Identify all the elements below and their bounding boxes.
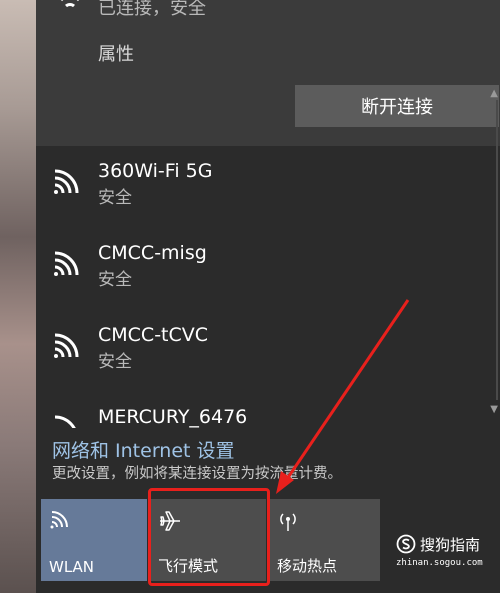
scroll-up-icon[interactable]: ▲	[490, 88, 498, 99]
wlan-label: WLAN	[49, 558, 95, 576]
network-item[interactable]: CMCC-misg 安全	[36, 242, 476, 322]
watermark-url: zhinan.sogou.com	[396, 558, 483, 568]
wifi-signal-icon	[54, 333, 79, 358]
wifi-signal-icon	[54, 169, 79, 194]
network-security: 安全	[98, 270, 132, 290]
connected-network[interactable]: 已连接，安全 属性 断开连接	[36, 0, 500, 146]
connection-status: 已连接，安全	[98, 0, 206, 19]
sogou-watermark: 搜狗指南 zhinan.sogou.com	[396, 534, 496, 574]
wifi-signal-icon	[54, 251, 79, 276]
network-security: 安全	[98, 188, 132, 208]
network-name: MERCURY_6476	[98, 406, 248, 428]
watermark-brand: 搜狗指南	[420, 536, 481, 554]
sogou-logo-icon	[396, 534, 416, 554]
disconnect-button[interactable]: 断开连接	[295, 85, 499, 127]
annotation-highlight-box	[148, 488, 270, 586]
network-item[interactable]: CMCC-tCVC 安全	[36, 324, 476, 404]
network-item[interactable]: 360Wi-Fi 5G 安全	[36, 160, 476, 240]
network-security: 安全	[98, 352, 132, 372]
wifi-connected-icon	[61, 0, 79, 8]
wifi-icon	[50, 511, 68, 529]
hotspot-icon	[280, 513, 296, 531]
network-settings-description: 更改设置，例如将某连接设置为按流量计费。	[52, 466, 342, 482]
scroll-down-icon[interactable]: ▼	[490, 404, 498, 415]
network-settings-link[interactable]: 网络和 Internet 设置	[52, 436, 235, 463]
mobile-hotspot-label: 移动热点	[277, 557, 338, 575]
scrollbar[interactable]	[496, 100, 498, 400]
wlan-toggle[interactable]: WLAN	[41, 499, 147, 581]
network-name: CMCC-misg	[98, 242, 207, 264]
properties-link[interactable]: 属性	[98, 40, 134, 66]
network-name: CMCC-tCVC	[98, 324, 209, 346]
desktop-wallpaper	[0, 0, 38, 593]
network-name: 360Wi-Fi 5G	[98, 160, 213, 182]
mobile-hotspot-toggle[interactable]: 移动热点	[269, 499, 380, 581]
network-item[interactable]: MERCURY_6476	[36, 406, 476, 428]
wifi-signal-icon	[54, 415, 76, 428]
